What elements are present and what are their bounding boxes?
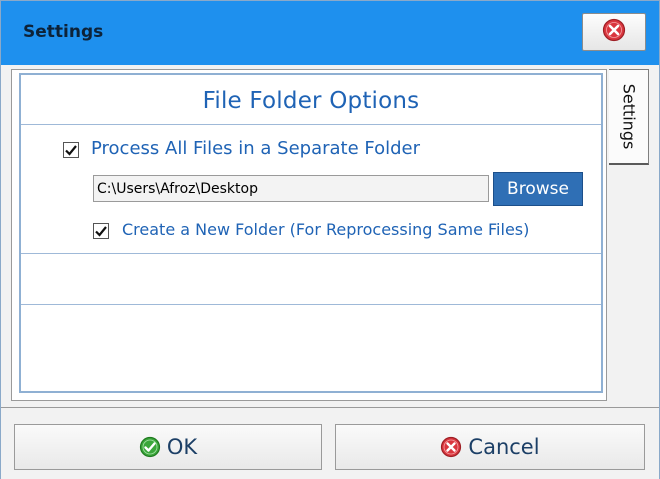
- check-circle-icon: [139, 436, 161, 458]
- browse-button-label: Browse: [507, 179, 569, 199]
- ok-button[interactable]: OK: [14, 424, 322, 470]
- close-circle-icon: [602, 18, 626, 46]
- cancel-button-label: Cancel: [468, 435, 540, 459]
- close-button[interactable]: [582, 13, 646, 51]
- cancel-button[interactable]: Cancel: [335, 424, 645, 470]
- ok-button-label: OK: [166, 435, 198, 459]
- folder-options-section: Process All Files in a Separate Folder B…: [21, 126, 601, 254]
- process-all-checkbox[interactable]: [63, 142, 79, 158]
- panel-header: File Folder Options: [21, 75, 601, 125]
- panel-title: File Folder Options: [202, 88, 420, 114]
- dialog-footer: OK Cancel: [1, 407, 659, 479]
- empty-section: [21, 255, 601, 305]
- tab-settings-label: Settings: [619, 83, 638, 150]
- window-title: Settings: [23, 22, 104, 42]
- create-new-folder-label[interactable]: Create a New Folder (For Reprocessing Sa…: [122, 220, 529, 239]
- process-all-label[interactable]: Process All Files in a Separate Folder: [91, 138, 420, 159]
- browse-button[interactable]: Browse: [493, 172, 583, 206]
- create-new-folder-checkbox[interactable]: [93, 223, 109, 239]
- tab-settings[interactable]: Settings: [609, 69, 649, 165]
- folder-path-input[interactable]: [93, 175, 489, 202]
- title-bar: Settings: [1, 1, 659, 65]
- checkmark-icon: [64, 143, 78, 157]
- settings-window: Settings File Folder Options Process All…: [0, 0, 660, 479]
- checkmark-icon: [94, 224, 108, 238]
- cancel-circle-icon: [440, 436, 462, 458]
- file-folder-options-panel: File Folder Options Process All Files in…: [19, 73, 603, 393]
